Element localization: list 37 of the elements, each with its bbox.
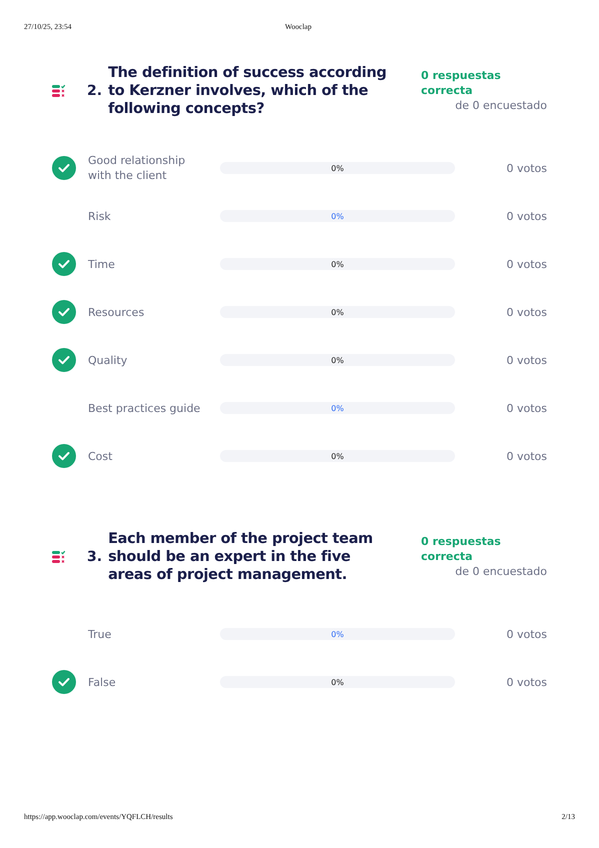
respondent-count: de 0 encuestado [454, 564, 547, 580]
option-label: Quality [88, 352, 128, 368]
percent-label: 0% [331, 630, 344, 638]
checklist-icon [52, 84, 66, 98]
vote-count: 0 votos [506, 162, 547, 174]
correct-count: 0 respuestas correcta [421, 68, 502, 98]
vote-count: 0 votos [506, 258, 547, 270]
option-label: Risk [88, 208, 112, 224]
vote-count: 0 votos [506, 676, 547, 688]
vote-count: 0 votos [506, 354, 547, 366]
percent-label: 0% [331, 164, 344, 172]
option-label: False [88, 674, 117, 690]
percent-label: 0% [331, 260, 344, 268]
percent-label: 0% [331, 404, 344, 412]
percent-label: 0% [331, 212, 344, 220]
question-number: 2. [87, 83, 102, 99]
vote-count: 0 votos [506, 306, 547, 318]
vote-count: 0 votos [506, 628, 547, 640]
option-label: Time [88, 256, 116, 272]
option-label: Best practices guide [88, 400, 202, 416]
correct-count: 0 respuestas correcta [421, 534, 502, 564]
checklist-icon [52, 550, 66, 564]
question-number: 3. [87, 549, 102, 565]
percent-label: 0% [331, 452, 344, 460]
percent-label: 0% [331, 678, 344, 686]
question-text: Each member of the project team should be an expert in the five areas of project management. [108, 530, 374, 584]
vote-count: 0 votos [506, 450, 547, 462]
vote-count: 0 votos [506, 210, 547, 222]
option-label: Cost [88, 448, 114, 464]
percent-label: 0% [331, 356, 344, 364]
option-label: Resources [88, 304, 146, 320]
respondent-count: de 0 encuestado [454, 98, 547, 114]
question-text: The definition of success according to Kerzner involves, which of the following concepts? [108, 64, 388, 118]
vote-count: 0 votos [506, 402, 547, 414]
option-label: Good relationship with the client [88, 153, 186, 183]
percent-label: 0% [331, 308, 344, 316]
option-label: True [88, 626, 112, 642]
